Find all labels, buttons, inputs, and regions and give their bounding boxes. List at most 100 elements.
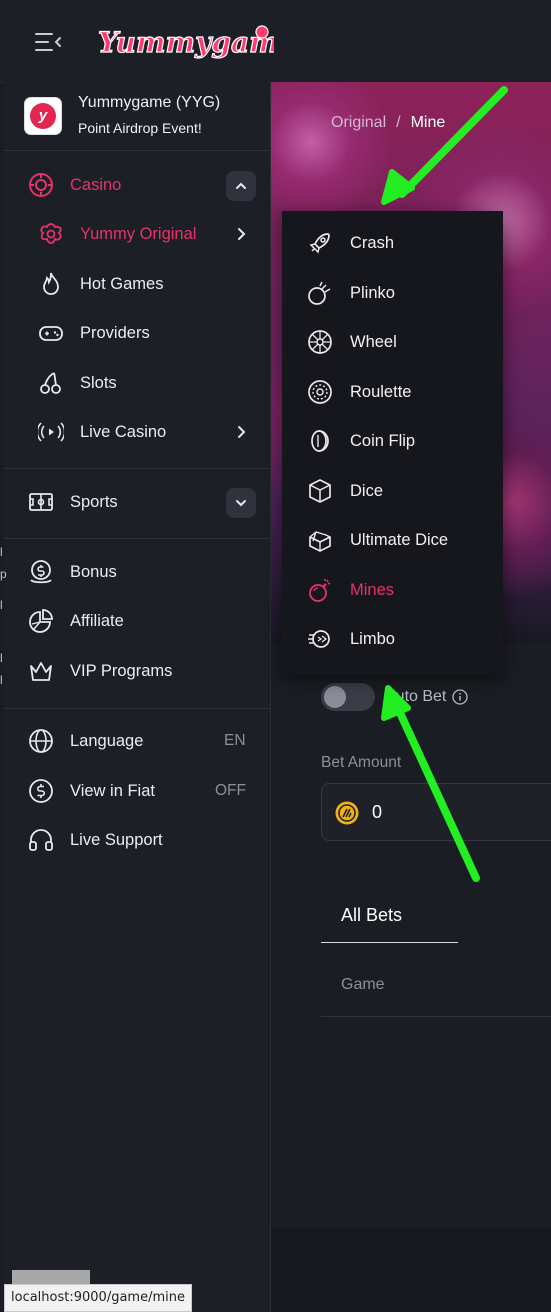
flower-icon	[38, 221, 64, 247]
soccer-field-icon	[28, 489, 54, 515]
airdrop-promo[interactable]: y Yummygame (YYG) Point Airdrop Event!	[4, 82, 270, 151]
open-box-icon	[306, 526, 334, 554]
fire-icon	[38, 271, 64, 297]
dropdown-label: Wheel	[350, 332, 397, 351]
chevron-right-icon[interactable]	[234, 227, 248, 241]
sidebar-label-vip-programs: VIP Programs	[70, 661, 173, 680]
gamepad-icon	[38, 320, 64, 346]
coin-icon	[334, 800, 360, 826]
sidebar-divider	[4, 708, 270, 709]
sidebar-item-view-in-fiat[interactable]: View in Fiat	[28, 773, 155, 809]
sidebar-label-bonus: Bonus	[70, 562, 117, 581]
dropdown-item-mines[interactable]: Mines	[306, 574, 486, 606]
chevron-down-icon	[234, 496, 248, 510]
breadcrumb-separator: /	[396, 114, 401, 131]
dropdown-item-ultimate-dice[interactable]: Ultimate Dice	[306, 524, 486, 556]
sidebar-label-view-in-fiat: View in Fiat	[70, 781, 155, 800]
coin-stack-icon	[306, 427, 334, 455]
money-bag-icon	[28, 559, 54, 585]
sidebar-item-bonus[interactable]: Bonus	[28, 554, 117, 590]
promo-subtitle: Point Airdrop Event!	[78, 120, 202, 136]
language-value[interactable]: EN	[224, 732, 246, 750]
chevron-right-icon[interactable]	[234, 425, 248, 439]
dropdown-item-dice[interactable]: Dice	[306, 475, 486, 507]
sidebar-divider	[4, 468, 270, 469]
auto-bet-label: Auto Bet	[385, 688, 447, 705]
edge-fragment: l	[0, 673, 3, 687]
bomb-icon	[306, 576, 334, 604]
roulette-icon	[306, 378, 334, 406]
dropdown-label: Plinko	[350, 283, 395, 302]
yummygame-logo[interactable]: Yummygame	[94, 18, 274, 64]
yummy-original-dropdown: Crash Plinko Wheel Roulette Coin Flip Di…	[282, 211, 503, 675]
dropdown-label: Roulette	[350, 382, 412, 401]
sidebar-item-sports[interactable]: Sports	[28, 484, 118, 520]
tab-all-bets[interactable]: All Bets	[321, 890, 458, 943]
sidebar: y Yummygame (YYG) Point Airdrop Event! C…	[4, 82, 271, 1312]
dropdown-label: Limbo	[350, 629, 395, 648]
dropdown-item-coin-flip[interactable]: Coin Flip	[306, 425, 486, 457]
content-footer	[271, 1228, 551, 1312]
sidebar-label-hot-games: Hot Games	[80, 274, 164, 293]
casino-collapse-button[interactable]	[226, 171, 256, 201]
sidebar-label-live-casino: Live Casino	[80, 422, 167, 441]
dropdown-label: Coin Flip	[350, 431, 416, 450]
sidebar-item-yummy-original[interactable]: Yummy Original	[38, 216, 196, 252]
pie-chart-icon	[28, 608, 54, 634]
headset-icon	[28, 827, 54, 853]
bet-amount-label: Bet Amount	[321, 754, 402, 771]
bet-amount-input[interactable]: 0	[321, 783, 551, 841]
auto-bet-control: Auto Bet	[321, 682, 469, 712]
breadcrumb-current: Mine	[410, 114, 446, 131]
dropdown-item-plinko[interactable]: Plinko	[306, 277, 486, 309]
sidebar-label-language: Language	[70, 731, 144, 750]
dropdown-label: Dice	[350, 481, 384, 500]
sidebar-label-sports: Sports	[70, 492, 118, 511]
view-in-fiat-toggle[interactable]: OFF	[215, 782, 246, 800]
sidebar-label-slots: Slots	[80, 373, 117, 392]
sidebar-item-live-support[interactable]: Live Support	[28, 822, 163, 858]
edge-fragment: l	[0, 651, 3, 665]
menu-collapse-icon[interactable]	[34, 30, 62, 54]
chevron-up-icon	[234, 179, 248, 193]
logo-text: Yummygame	[98, 26, 274, 59]
dropdown-item-crash[interactable]: Crash	[306, 227, 486, 259]
sports-expand-button[interactable]	[226, 488, 256, 518]
bet-amount-value: 0	[372, 802, 383, 822]
edge-fragment: l	[0, 545, 3, 559]
sidebar-label-casino: Casino	[70, 175, 122, 194]
auto-bet-toggle[interactable]	[321, 683, 375, 711]
speed-ball-icon	[306, 625, 334, 653]
dropdown-item-limbo[interactable]: Limbo	[306, 623, 486, 655]
dropdown-label: Ultimate Dice	[350, 530, 449, 549]
cherries-icon	[38, 370, 64, 396]
tab-all-bets-label: All Bets	[341, 905, 403, 925]
sidebar-label-affiliate: Affiliate	[70, 611, 124, 630]
sidebar-item-hot-games[interactable]: Hot Games	[38, 266, 163, 302]
breadcrumb: Original / Mine	[331, 114, 445, 132]
sidebar-label-yummy-original: Yummy Original	[80, 224, 197, 243]
browser-status-bar: localhost:9000/game/mine	[4, 1284, 192, 1312]
cube-dice-icon	[306, 477, 334, 505]
roulette-chip-icon	[28, 172, 54, 198]
info-icon[interactable]	[452, 689, 469, 705]
sidebar-label-live-support: Live Support	[70, 830, 163, 849]
edge-fragment: l	[0, 598, 3, 612]
sidebar-item-slots[interactable]: Slots	[38, 365, 117, 401]
dropdown-item-roulette[interactable]: Roulette	[306, 376, 486, 408]
sidebar-item-affiliate[interactable]: Affiliate	[28, 603, 124, 639]
sidebar-divider	[4, 538, 270, 539]
dropdown-label: Mines	[350, 580, 395, 599]
sidebar-item-language[interactable]: Language	[28, 723, 143, 759]
promo-title: Yummygame (YYG)	[78, 94, 221, 111]
rocket-icon	[306, 229, 334, 257]
breadcrumb-original[interactable]: Original	[331, 114, 386, 131]
column-game: Game	[341, 976, 385, 993]
live-broadcast-icon	[38, 419, 64, 445]
sidebar-item-vip-programs[interactable]: VIP Programs	[28, 653, 172, 689]
sidebar-item-providers[interactable]: Providers	[38, 315, 150, 351]
sidebar-item-live-casino[interactable]: Live Casino	[38, 414, 166, 450]
dropdown-item-wheel[interactable]: Wheel	[306, 326, 486, 358]
sidebar-item-casino[interactable]: Casino	[28, 167, 121, 203]
crown-icon	[28, 658, 54, 684]
